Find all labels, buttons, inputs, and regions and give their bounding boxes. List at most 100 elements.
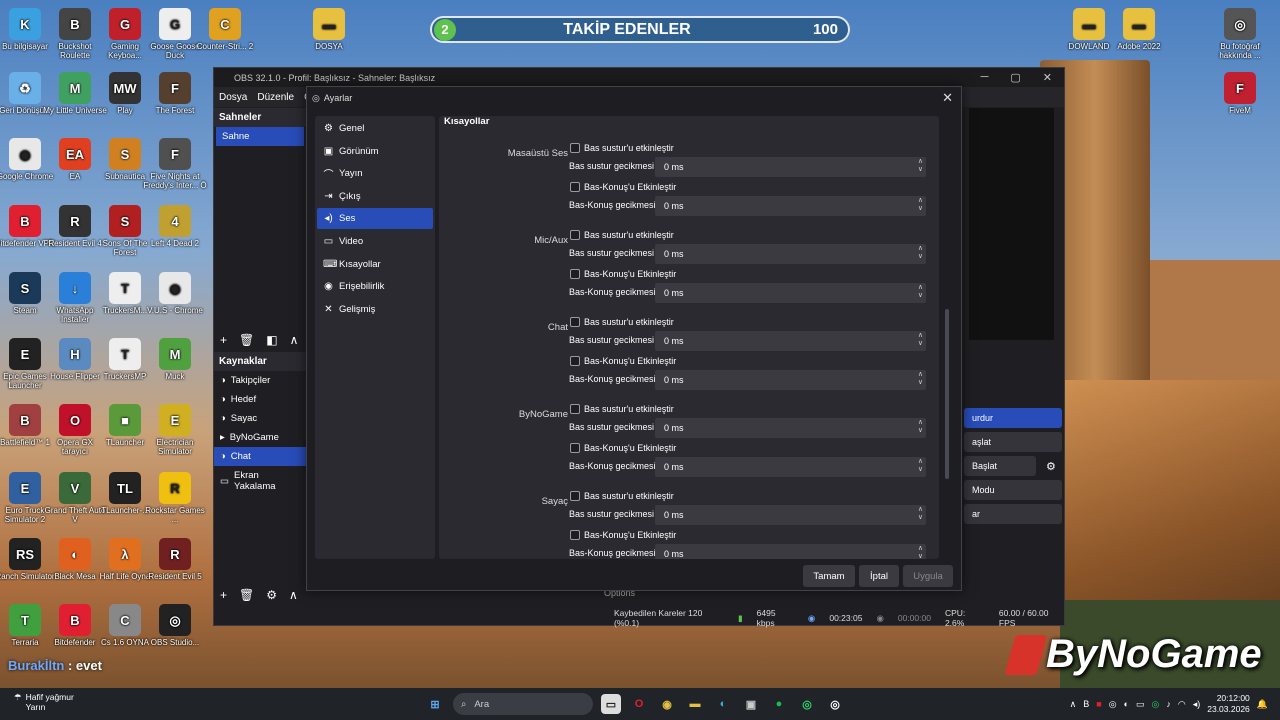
ptt-delay-input[interactable]: 0 ms ∧ ∨	[655, 196, 926, 216]
mute-enable-checkbox[interactable]: Bas sustur'u etkinleştir	[570, 230, 674, 240]
spotify-icon[interactable]: ●	[769, 694, 789, 714]
ptt-enable-checkbox[interactable]: Bas-Konuş'u Etkinleştir	[570, 182, 676, 192]
mute-delay-input[interactable]: 0 ms ∧ ∨	[655, 244, 926, 264]
add-icon[interactable]: +	[220, 588, 227, 602]
checkbox[interactable]	[570, 269, 580, 279]
ptt-delay-input[interactable]: 0 ms ∧ ∨	[655, 283, 926, 303]
desktop-icon[interactable]: F FiveM	[1208, 72, 1272, 115]
checkbox[interactable]	[570, 491, 580, 501]
desktop-icon[interactable]: F The Forest	[143, 72, 207, 115]
settings-nav-item[interactable]: ◉ Erişebilirlik	[317, 276, 433, 297]
settings-nav-item[interactable]: ◂) Ses	[317, 208, 433, 230]
folder-icon[interactable]: ▬	[685, 694, 705, 714]
chrome-icon[interactable]: ◉	[657, 694, 677, 714]
ptt-enable-checkbox[interactable]: Bas-Konuş'u Etkinleştir	[570, 443, 676, 453]
obs-taskbar-icon[interactable]: ◎	[825, 694, 845, 714]
desktop-icon[interactable]: M Muck	[143, 338, 207, 381]
mute-delay-input[interactable]: 0 ms ∧ ∨	[655, 157, 926, 177]
control-start-record[interactable]: aşlat	[964, 432, 1062, 452]
desktop-icon[interactable]: ▬ DOSYA	[297, 8, 361, 51]
notification-bell-icon[interactable]: 🔔	[1257, 699, 1268, 710]
ptt-delay-input[interactable]: 0 ms ∧ ∨	[655, 457, 926, 477]
control-studio-mode[interactable]: Modu	[964, 480, 1062, 500]
settings-nav-item[interactable]: ✕ Gelişmiş	[317, 299, 433, 320]
search-box[interactable]: ⌕ Ara	[453, 693, 593, 715]
mute-delay-input[interactable]: 0 ms ∧ ∨	[655, 418, 926, 438]
obs-tray-icon[interactable]: ◎	[1109, 699, 1117, 710]
store-icon[interactable]: ▣	[741, 694, 761, 714]
ptt-delay-input[interactable]: 0 ms ∧ ∨	[655, 544, 926, 559]
filter-icon[interactable]: ◧	[266, 333, 277, 347]
wifi-icon[interactable]: ◠	[1178, 699, 1186, 710]
minimize-icon[interactable]: ─	[981, 71, 989, 84]
spin-arrows-icon[interactable]: ∧ ∨	[918, 545, 923, 559]
bitdefender-tray-icon[interactable]: B	[1083, 699, 1089, 709]
up-icon[interactable]: ∧	[289, 588, 298, 602]
mute-delay-input[interactable]: 0 ms ∧ ∨	[655, 331, 926, 351]
ptt-enable-checkbox[interactable]: Bas-Konuş'u Etkinleştir	[570, 269, 676, 279]
desktop-icon[interactable]: R Resident Evil 5	[143, 538, 207, 581]
checkbox[interactable]	[570, 356, 580, 366]
spin-arrows-icon[interactable]: ∧ ∨	[918, 458, 923, 474]
spin-arrows-icon[interactable]: ∧ ∨	[918, 419, 923, 435]
spin-arrows-icon[interactable]: ∧ ∨	[918, 197, 923, 213]
desktop-icon[interactable]: ◎ OBS Studio...	[143, 604, 207, 647]
record-tray-icon[interactable]: ■	[1096, 699, 1101, 709]
source-item[interactable]: ◑ Chat	[214, 447, 306, 466]
control-settings[interactable]: ar	[964, 504, 1062, 524]
mute-enable-checkbox[interactable]: Bas sustur'u etkinleştir	[570, 317, 674, 327]
checkbox[interactable]	[570, 443, 580, 453]
spin-arrows-icon[interactable]: ∧ ∨	[918, 371, 923, 387]
checkbox[interactable]	[570, 143, 580, 153]
desktop-icon[interactable]: 4 Left 4 Dead 2	[143, 205, 207, 248]
settings-nav-item[interactable]: ⚙ Genel	[317, 118, 433, 139]
spin-arrows-icon[interactable]: ∧ ∨	[918, 245, 923, 261]
settings-nav-item[interactable]: ⌒ Yayın	[317, 163, 433, 184]
opera-icon[interactable]: O	[629, 694, 649, 714]
scene-item[interactable]: Sahne	[216, 127, 304, 146]
microphone-icon[interactable]: ♪	[1166, 699, 1171, 709]
gear-icon[interactable]: ⚙	[266, 588, 277, 602]
checkbox[interactable]	[570, 230, 580, 240]
whatsapp-tray-icon[interactable]: ◎	[1152, 699, 1160, 710]
close-icon[interactable]: ✕	[942, 90, 953, 106]
desktop-icon[interactable]: ◉ V.U.S - Chrome	[143, 272, 207, 315]
ptt-enable-checkbox[interactable]: Bas-Konuş'u Etkinleştir	[570, 530, 676, 540]
menu-edit[interactable]: Düzenle	[257, 92, 294, 103]
cancel-button[interactable]: İptal	[859, 565, 899, 587]
whatsapp-icon[interactable]: ◎	[797, 694, 817, 714]
settings-nav-item[interactable]: ▭ Video	[317, 231, 433, 252]
source-item[interactable]: ▭ Ekran Yakalama	[214, 466, 306, 496]
spin-arrows-icon[interactable]: ∧ ∨	[918, 332, 923, 348]
control-virtual-cam[interactable]: Başlat	[964, 456, 1036, 476]
weather-widget[interactable]: ☂ Hafif yağmur Yarın	[14, 692, 74, 712]
desktop-icon[interactable]: F Five Nights at Freddy's Inter... Ō	[143, 138, 207, 190]
source-item[interactable]: ◑ Hedef	[214, 390, 306, 409]
scrollbar[interactable]	[945, 309, 949, 479]
source-item[interactable]: ◑ Takipçiler	[214, 371, 306, 390]
settings-nav-item[interactable]: ⇥ Çıkış	[317, 186, 433, 207]
steam-tray-icon[interactable]: ◐	[1124, 699, 1129, 709]
apply-button[interactable]: Uygula	[903, 565, 953, 587]
mute-enable-checkbox[interactable]: Bas sustur'u etkinleştir	[570, 491, 674, 501]
checkbox[interactable]	[570, 404, 580, 414]
clock[interactable]: 20:12:00 23.03.2026	[1207, 693, 1250, 715]
trash-icon[interactable]: 🗑	[239, 588, 254, 602]
windows-start-icon[interactable]: ⊞	[425, 694, 445, 714]
desktop-icon[interactable]: C Counter-Stri... 2	[193, 8, 257, 51]
checkbox[interactable]	[570, 530, 580, 540]
menu-file[interactable]: Dosya	[219, 92, 247, 103]
source-item[interactable]: ▸ ByNoGame	[214, 428, 306, 447]
gear-icon[interactable]: ⚙	[1046, 460, 1056, 473]
settings-nav-item[interactable]: ⌨ Kısayollar	[317, 254, 433, 275]
spin-arrows-icon[interactable]: ∧ ∨	[918, 284, 923, 300]
up-icon[interactable]: ∧	[290, 333, 299, 347]
trash-icon[interactable]: 🗑	[239, 333, 254, 347]
volume-icon[interactable]: ◂)	[1193, 699, 1201, 710]
ok-button[interactable]: Tamam	[803, 565, 855, 587]
settings-nav-item[interactable]: ▣ Görünüm	[317, 141, 433, 162]
edge-icon[interactable]: ◐	[713, 694, 733, 714]
source-item[interactable]: ◑ Sayac	[214, 409, 306, 428]
ptt-enable-checkbox[interactable]: Bas-Konuş'u Etkinleştir	[570, 356, 676, 366]
desktop-icon[interactable]: E Electrician Simulator	[143, 404, 207, 456]
